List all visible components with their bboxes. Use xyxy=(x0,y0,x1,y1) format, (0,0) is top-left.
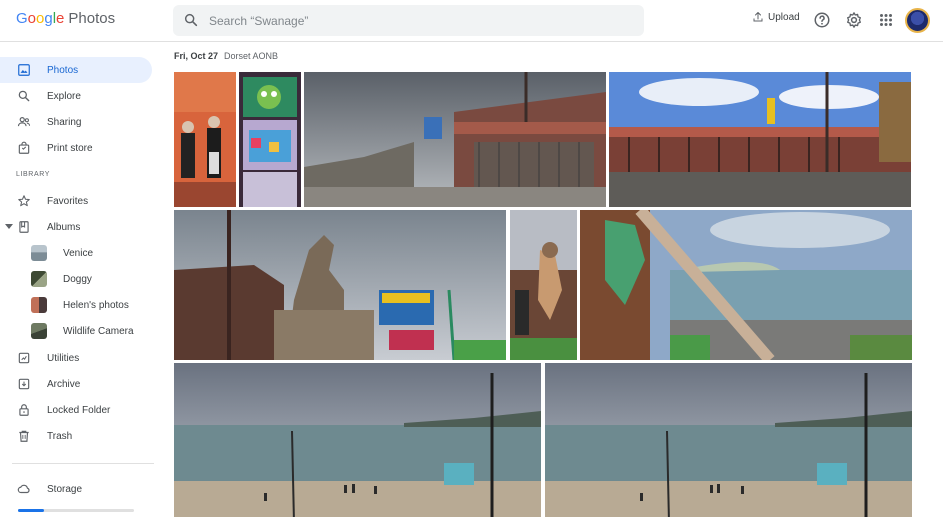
utilities-icon xyxy=(18,352,30,364)
sidebar-item-trash[interactable]: Trash xyxy=(0,423,152,449)
upload-icon xyxy=(753,12,763,22)
photo-tile[interactable] xyxy=(609,72,911,207)
album-item-doggy[interactable]: Doggy xyxy=(0,267,160,293)
apps-grid-icon[interactable] xyxy=(877,11,895,29)
album-thumbnail xyxy=(31,297,47,313)
search-icon[interactable] xyxy=(183,12,199,28)
help-icon[interactable] xyxy=(813,11,831,29)
sidebar-item-photos[interactable]: Photos xyxy=(0,57,152,83)
sidebar-item-explore[interactable]: Explore xyxy=(0,83,152,109)
search-bar[interactable] xyxy=(173,5,644,36)
date-group-header: Fri, Oct 27 Dorset AONB xyxy=(174,51,278,61)
search-input[interactable] xyxy=(209,5,629,36)
sidebar-item-favorites[interactable]: Favorites xyxy=(0,188,152,214)
shopping-bag-icon xyxy=(18,141,30,154)
photo-grid: Fri, Oct 27 Dorset AONB xyxy=(165,42,943,517)
album-label: Wildlife Camera xyxy=(63,326,134,337)
sidebar-divider xyxy=(12,463,154,464)
location-label[interactable]: Dorset AONB xyxy=(224,51,278,61)
search-icon xyxy=(18,90,30,102)
album-thumbnail xyxy=(31,323,47,339)
sidebar-item-label: Storage xyxy=(47,484,83,495)
sidebar-item-label: Trash xyxy=(47,431,73,442)
album-item-venice[interactable]: Venice xyxy=(0,241,160,267)
sidebar-item-label: Locked Folder xyxy=(47,405,111,416)
sidebar-item-sharing[interactable]: Sharing xyxy=(0,109,152,135)
google-photos-logo[interactable]: Google Photos xyxy=(16,10,115,27)
sidebar-item-print-store[interactable]: Print store xyxy=(0,135,152,161)
sidebar-item-utilities[interactable]: Utilities xyxy=(0,345,152,371)
photo-tile[interactable] xyxy=(239,72,301,207)
sidebar-item-label: Archive xyxy=(47,379,81,390)
sidebar-item-label: Explore xyxy=(47,91,81,102)
sidebar-item-label: Sharing xyxy=(47,117,82,128)
sidebar-item-label: Albums xyxy=(47,222,81,233)
logo-google: Google xyxy=(16,10,65,27)
sidebar-item-label: Favorites xyxy=(47,196,89,207)
photo-tile[interactable] xyxy=(510,210,577,360)
photo-tile[interactable] xyxy=(304,72,606,207)
upload-label: Upload xyxy=(768,11,800,23)
trash-icon xyxy=(19,430,29,442)
library-heading: LIBRARY xyxy=(16,171,51,178)
settings-icon[interactable] xyxy=(845,11,863,29)
sidebar-item-storage[interactable]: Storage xyxy=(0,476,152,502)
storage-progress-bar xyxy=(18,509,134,512)
album-label: Helen's photos xyxy=(63,300,129,311)
avatar[interactable] xyxy=(905,8,930,33)
album-item-wildlife-camera[interactable]: Wildlife Camera xyxy=(0,319,160,345)
album-thumbnail xyxy=(31,245,47,261)
sidebar-item-label: Print store xyxy=(47,143,93,154)
date-label[interactable]: Fri, Oct 27 xyxy=(174,51,218,61)
archive-icon xyxy=(18,378,30,390)
chevron-down-icon[interactable] xyxy=(5,224,13,229)
sidebar-item-label: Utilities xyxy=(47,353,80,364)
sidebar-item-label: Photos xyxy=(47,65,79,76)
logo-product: Photos xyxy=(68,10,116,27)
sidebar-item-locked-folder[interactable]: Locked Folder xyxy=(0,397,152,423)
star-icon xyxy=(18,195,30,207)
lock-icon xyxy=(19,404,29,416)
photo-tile[interactable] xyxy=(174,210,506,360)
album-label: Doggy xyxy=(63,274,92,285)
photo-tile[interactable] xyxy=(174,72,236,207)
sidebar-item-archive[interactable]: Archive xyxy=(0,371,152,397)
album-icon xyxy=(19,221,29,233)
app-header: GooglePhotos Upload xyxy=(0,0,943,42)
photos-icon xyxy=(18,64,30,76)
cloud-icon xyxy=(17,484,30,494)
sidebar-item-albums[interactable]: Albums xyxy=(0,214,152,240)
people-icon xyxy=(17,117,31,127)
album-item-helens-photos[interactable]: Helen's photos xyxy=(0,293,160,319)
album-label: Venice xyxy=(63,248,94,259)
photo-tile[interactable] xyxy=(545,363,912,517)
storage-progress-fill xyxy=(18,509,44,512)
photo-tile[interactable] xyxy=(174,363,541,517)
upload-button[interactable]: Upload xyxy=(752,11,800,23)
album-thumbnail xyxy=(31,271,47,287)
sidebar: Photos Explore Sharing Print store LIBRA… xyxy=(0,42,165,517)
photo-tile[interactable] xyxy=(580,210,912,360)
